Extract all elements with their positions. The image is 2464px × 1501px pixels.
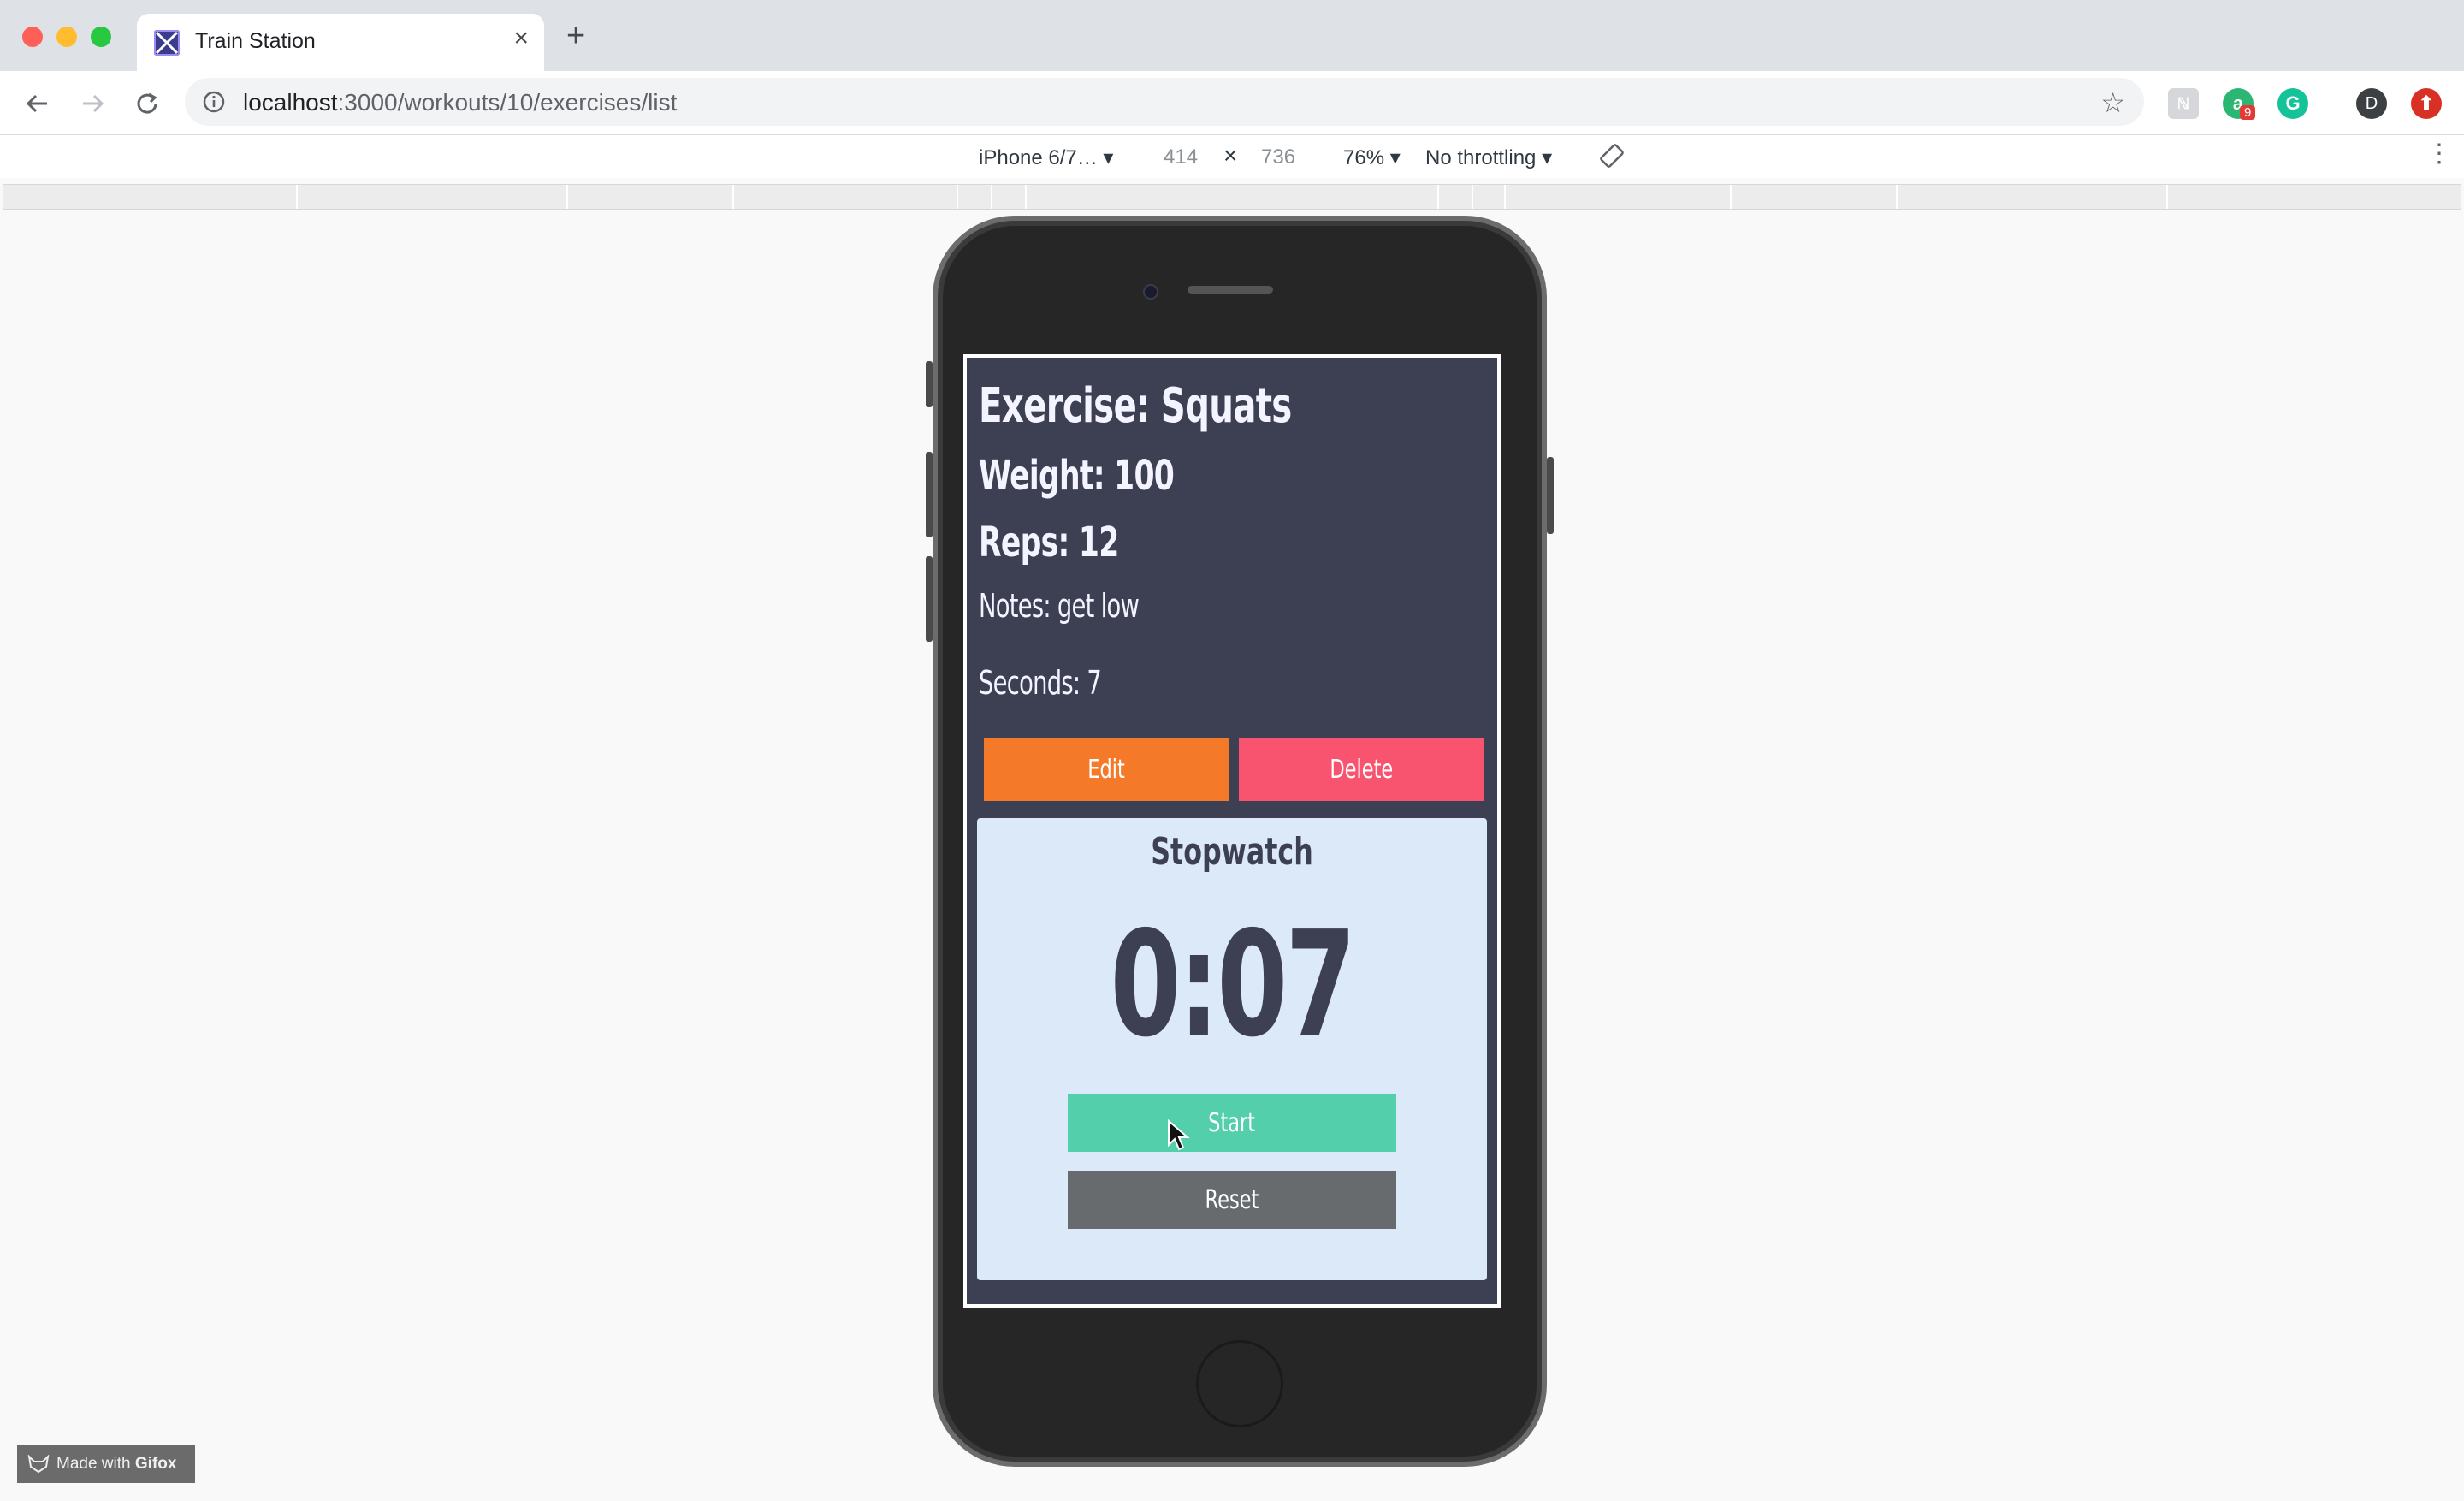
device-toolbar: iPhone 6/7… ▾ 414 × 736 76% ▾ No throttl… bbox=[0, 135, 2464, 178]
dimension-separator: × bbox=[1223, 142, 1238, 169]
extension-badge: 9 bbox=[2240, 105, 2256, 120]
stopwatch-time: 0:07 bbox=[1110, 900, 1357, 1070]
browser-toolbar: localhost:3000/workouts/10/exercises/lis… bbox=[0, 71, 2464, 135]
new-tab-icon[interactable]: + bbox=[566, 20, 585, 52]
train-station-favicon-icon bbox=[154, 30, 180, 56]
window-close-button[interactable] bbox=[22, 27, 43, 47]
device-select[interactable]: iPhone 6/7… ▾ bbox=[979, 145, 1113, 170]
tab-title: Train Station bbox=[195, 29, 316, 53]
address-bar[interactable]: localhost:3000/workouts/10/exercises/lis… bbox=[185, 78, 2144, 126]
site-info-icon[interactable] bbox=[202, 90, 226, 114]
more-options-icon[interactable]: ⋮ bbox=[2426, 139, 2452, 169]
watermark-prefix: Made with bbox=[56, 1455, 131, 1473]
gifox-watermark: Made with Gifox bbox=[17, 1445, 195, 1483]
grammarly-icon[interactable]: G bbox=[2277, 88, 2308, 119]
watermark-brand: Gifox bbox=[134, 1455, 177, 1473]
tab-close-icon[interactable]: × bbox=[513, 26, 529, 51]
volume-down-button bbox=[926, 556, 933, 642]
stopwatch-panel: Stopwatch 0:07 Start Reset bbox=[977, 818, 1487, 1280]
profile-avatar[interactable]: D bbox=[2356, 88, 2387, 119]
browser-tab[interactable]: Train Station × bbox=[137, 14, 544, 71]
notes-value: Notes: get low bbox=[979, 587, 1140, 625]
stopwatch-title: Stopwatch bbox=[1151, 830, 1313, 874]
reset-button[interactable]: Reset bbox=[1068, 1171, 1396, 1229]
weight-value: Weight: 100 bbox=[979, 452, 1175, 500]
start-button[interactable]: Start bbox=[1068, 1094, 1396, 1152]
forward-icon[interactable] bbox=[75, 86, 110, 121]
rotate-icon[interactable] bbox=[1598, 142, 1626, 175]
home-button[interactable] bbox=[1196, 1340, 1283, 1427]
media-query-ruler[interactable] bbox=[3, 184, 2461, 210]
throttling-select[interactable]: No throttling ▾ bbox=[1425, 145, 1552, 170]
app-screen: Exercise: Squats Weight: 100 Reps: 12 No… bbox=[963, 354, 1501, 1308]
delete-button[interactable]: Delete bbox=[1239, 738, 1484, 801]
mouse-cursor-icon bbox=[1168, 1119, 1190, 1151]
update-icon[interactable]: ⬆ bbox=[2411, 88, 2442, 119]
tab-strip: Train Station × + bbox=[0, 0, 2464, 71]
device-height-field[interactable]: 736 bbox=[1261, 145, 1295, 169]
mute-switch bbox=[926, 361, 933, 407]
iphone-frame: Exercise: Squats Weight: 100 Reps: 12 No… bbox=[926, 216, 1554, 1467]
power-button bbox=[1547, 457, 1554, 534]
url-text[interactable]: localhost:3000/workouts/10/exercises/lis… bbox=[243, 89, 677, 116]
seconds-value: Seconds: 7 bbox=[979, 664, 1102, 702]
device-width-field[interactable]: 414 bbox=[1164, 145, 1198, 169]
exercise-title: Exercise: Squats bbox=[979, 378, 1292, 434]
volume-up-button bbox=[926, 452, 933, 537]
bookmark-star-icon[interactable]: ☆ bbox=[2100, 86, 2125, 119]
gifox-fox-icon bbox=[27, 1455, 50, 1474]
zoom-select[interactable]: 76% ▾ bbox=[1343, 145, 1401, 170]
window-maximize-button[interactable] bbox=[91, 27, 111, 47]
extension-puzzle-icon[interactable]: ℕ bbox=[2168, 88, 2199, 119]
earpiece-speaker bbox=[1188, 286, 1273, 294]
front-camera-icon bbox=[1143, 284, 1158, 300]
reload-icon[interactable] bbox=[130, 86, 164, 121]
edit-button[interactable]: Edit bbox=[984, 738, 1229, 801]
back-icon[interactable] bbox=[21, 86, 55, 121]
reps-value: Reps: 12 bbox=[979, 519, 1119, 567]
window-minimize-button[interactable] bbox=[56, 27, 77, 47]
